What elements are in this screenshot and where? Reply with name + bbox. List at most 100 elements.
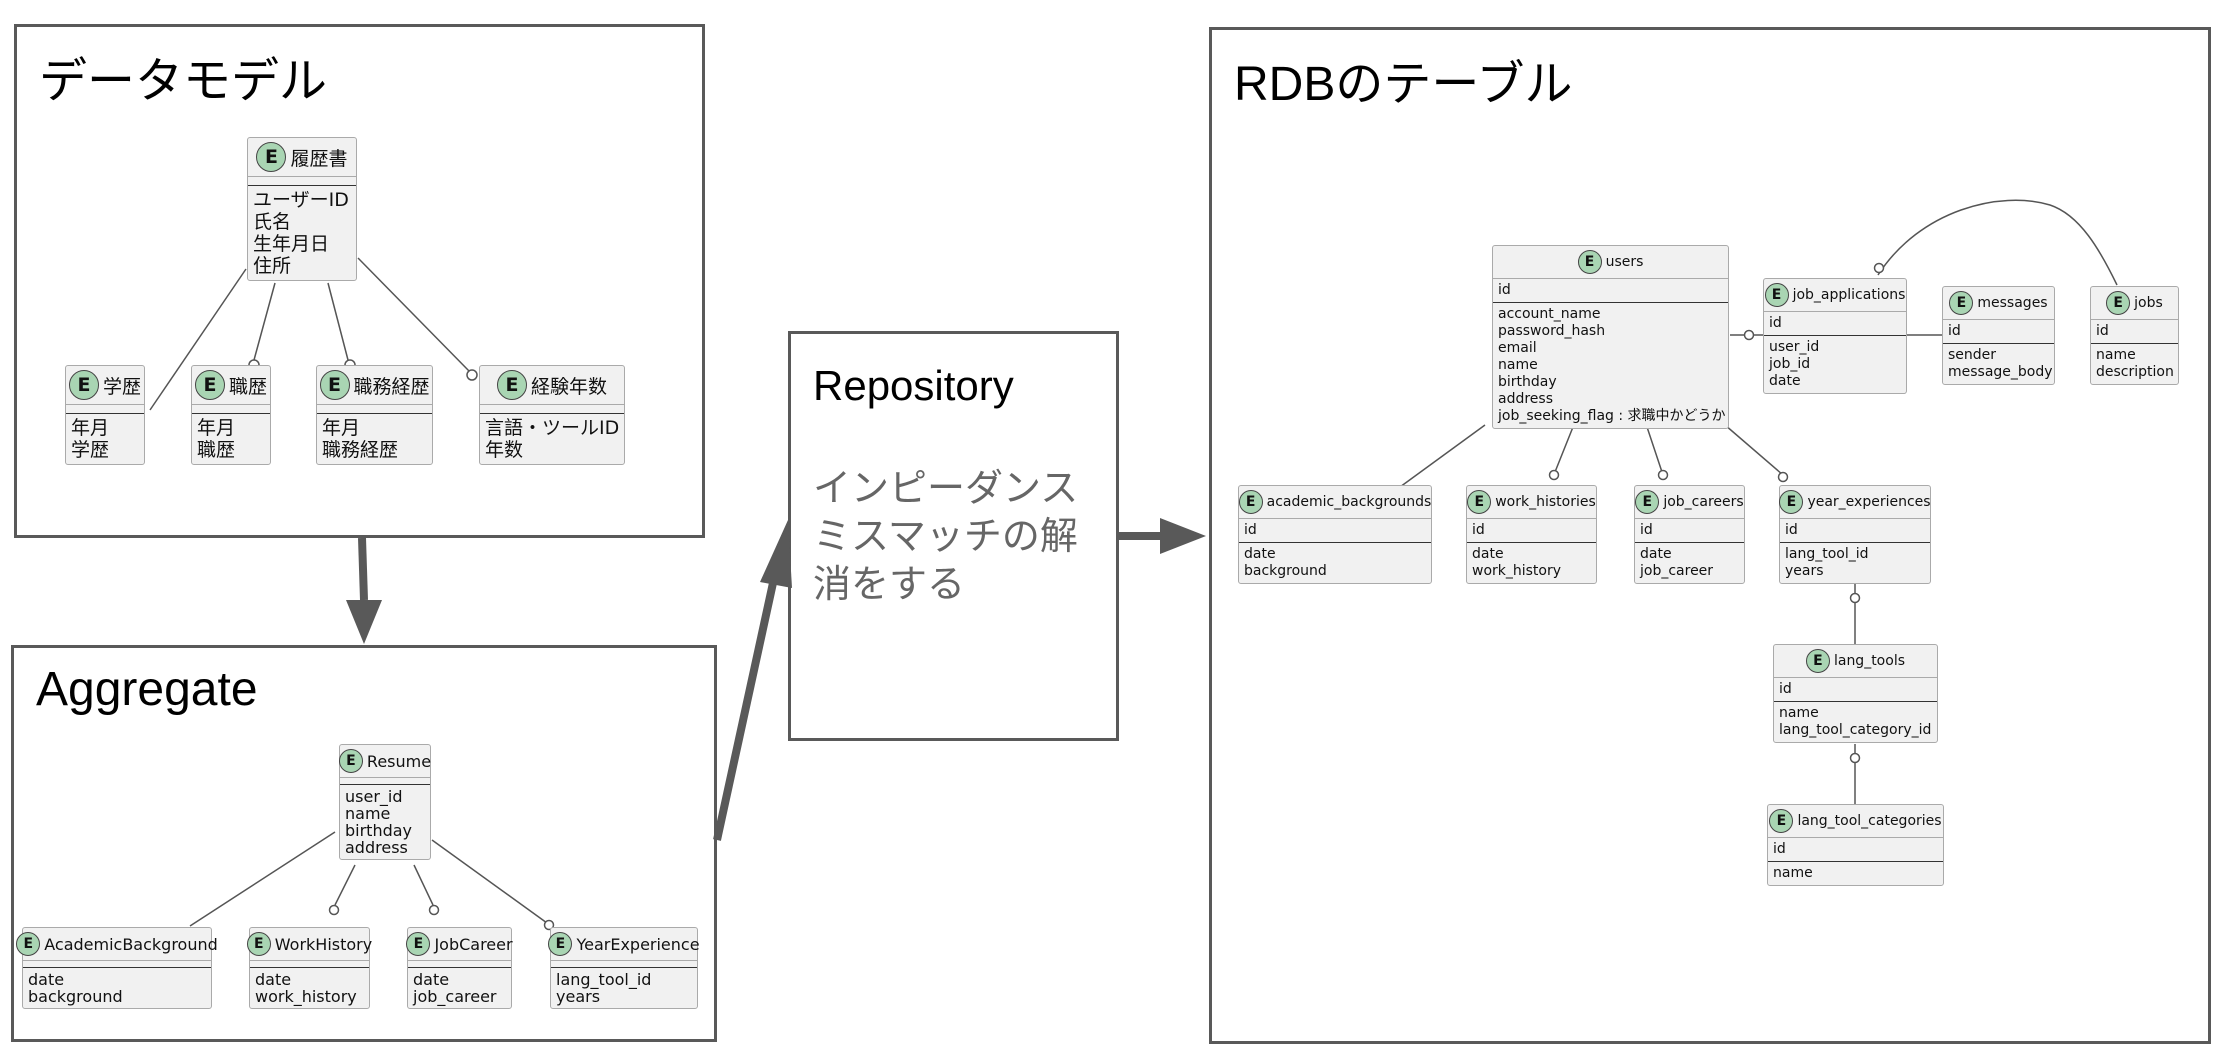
entity-attr: 学歴: [71, 439, 110, 461]
entity-attr: background: [28, 987, 123, 1006]
entity-attrs: 年月 職歴: [192, 414, 270, 464]
entity-icon: E: [1764, 283, 1789, 307]
entity-pk-section: [408, 961, 511, 968]
entity-attrs: 言語・ツールID 年数: [480, 414, 624, 464]
entity-name: lang_tools: [1833, 653, 1906, 669]
repository-panel: Repository インピーダンスミスマッチの解消をする: [788, 331, 1119, 741]
entity-attr: description: [2096, 364, 2174, 380]
entity-attr: lang_tool_id: [1785, 546, 1869, 562]
entity-name: messages: [1977, 295, 2048, 311]
entity-career-jp[interactable]: E 職務経歴 年月 職務経歴: [316, 365, 433, 465]
entity-name: jobs: [2134, 295, 2163, 311]
entity-attr: name: [2096, 347, 2136, 363]
table-jobs[interactable]: Ejobs id name description: [2090, 286, 2179, 385]
entity-attrs: name lang_tool_category_id: [1774, 702, 1937, 742]
entity-name: users: [1605, 254, 1644, 270]
entity-name: JobCareer: [434, 934, 513, 954]
entity-pk: id: [1239, 519, 1431, 543]
entity-attr: name: [1498, 357, 1538, 373]
entity-job-career[interactable]: E JobCareer date job_career: [406, 927, 513, 1009]
entity-attrs: date work_history: [1467, 543, 1596, 583]
entity-attr: background: [1244, 563, 1327, 579]
rdb-title: RDBのテーブル: [1234, 58, 1573, 111]
entity-icon: E: [2106, 291, 2131, 315]
entity-work-history[interactable]: E WorkHistory date work_history: [246, 927, 373, 1009]
table-users[interactable]: Eusers id account_name password_hash ema…: [1492, 245, 1729, 429]
entity-name: 職歴: [229, 375, 268, 398]
entity-attr: 年数: [485, 439, 524, 461]
entity-icon: E: [548, 932, 573, 956]
entity-attrs: lang_tool_id years: [1780, 543, 1930, 583]
entity-attr: 言語・ツールID: [485, 417, 620, 439]
entity-icon: E: [16, 932, 41, 956]
entity-attrs: user_id job_id date: [1764, 336, 1906, 393]
table-job-applications[interactable]: Ejob_applications id user_id job_id date: [1763, 278, 1907, 394]
entity-icon: E: [246, 932, 271, 956]
entity-attrs: sender message_body: [1943, 344, 2054, 384]
entity-name: work_histories: [1495, 494, 1596, 510]
table-year-experiences[interactable]: Eyear_experiences id lang_tool_id years: [1779, 485, 1931, 584]
entity-attr: address: [345, 838, 408, 857]
entity-pk: id: [1943, 320, 2054, 344]
entity-attrs: name description: [2091, 344, 2178, 384]
entity-name: lang_tool_categories: [1797, 813, 1942, 829]
entity-attrs: account_name password_hash email name bi…: [1493, 303, 1728, 428]
entity-pk-section: [248, 177, 356, 186]
entity-attrs: date job_career: [1635, 543, 1744, 583]
entity-icon: E: [1805, 649, 1830, 673]
entity-attr: date: [1640, 546, 1672, 562]
entity-pk: id: [1780, 519, 1930, 543]
entity-icon: E: [1779, 490, 1804, 514]
entity-pk-section: [317, 405, 432, 414]
table-lang-tool-categories[interactable]: Elang_tool_categories id name: [1767, 804, 1944, 886]
entity-attr: 生年月日: [253, 233, 330, 255]
entity-resume[interactable]: E Resume user_id name birthday address: [338, 744, 431, 860]
entity-attrs: date background: [23, 968, 211, 1008]
entity-attr: name: [1773, 865, 1813, 881]
entity-name: year_experiences: [1807, 494, 1931, 510]
entity-pk: id: [1768, 838, 1943, 862]
flow-arrowhead-down: [346, 600, 382, 644]
entity-name: academic_backgrounds: [1266, 494, 1432, 510]
entity-attr: lang_tool_id: [556, 970, 652, 989]
entity-year-experience[interactable]: E YearExperience lang_tool_id years: [548, 927, 700, 1009]
entity-attrs: date background: [1239, 543, 1431, 583]
entity-attr: 年月: [197, 417, 236, 439]
table-lang-tools[interactable]: Elang_tools id name lang_tool_category_i…: [1773, 644, 1938, 743]
table-work-histories[interactable]: Ework_histories id date work_history: [1466, 485, 1597, 584]
entity-icon: E: [1467, 490, 1492, 514]
entity-attr: work_history: [255, 987, 357, 1006]
table-messages[interactable]: Emessages id sender message_body: [1942, 286, 2055, 385]
entity-education-jp[interactable]: E 学歴 年月 学歴: [65, 365, 145, 465]
entity-icon: E: [256, 142, 287, 172]
entity-attr: date: [255, 970, 292, 989]
entity-attr: date: [1472, 546, 1504, 562]
entity-name: WorkHistory: [274, 934, 373, 954]
entity-academic-background[interactable]: E AcademicBackground date background: [16, 927, 218, 1009]
entity-attr: 職務経歴: [322, 439, 399, 461]
entity-attr: birthday: [1498, 374, 1557, 390]
entity-attr: lang_tool_category_id: [1779, 722, 1932, 738]
entity-attr: job_seeking_flag : 求職中かどうか: [1498, 408, 1726, 424]
entity-attr: birthday: [345, 821, 413, 840]
entity-attr: 年月: [322, 417, 361, 439]
entity-attr: sender: [1948, 347, 1997, 363]
entity-attr: ユーザーID: [253, 189, 349, 211]
table-job-careers[interactable]: Ejob_careers id date job_career: [1634, 485, 1745, 584]
entity-attr: 氏名: [253, 211, 292, 233]
entity-experience-jp[interactable]: E 経験年数 言語・ツールID 年数: [479, 365, 625, 465]
entity-pk-section: [250, 961, 369, 968]
entity-attr: work_history: [1472, 563, 1562, 579]
table-academic-backgrounds[interactable]: Eacademic_backgrounds id date background: [1238, 485, 1432, 584]
entity-resume-jp[interactable]: E 履歴書 ユーザーID 氏名 生年月日 住所: [247, 137, 357, 281]
entity-attr: job_id: [1769, 356, 1811, 372]
entity-icon: E: [1238, 490, 1263, 514]
entity-icon: E: [496, 370, 527, 400]
entity-name: 学歴: [103, 375, 142, 398]
entity-work-jp[interactable]: E 職歴 年月 職歴: [191, 365, 271, 465]
entity-attr: date: [1244, 546, 1276, 562]
entity-attrs: user_id name birthday address: [340, 785, 430, 859]
entity-icon: E: [1635, 490, 1660, 514]
entity-name: AcademicBackground: [44, 934, 218, 954]
entity-name: YearExperience: [576, 934, 700, 954]
